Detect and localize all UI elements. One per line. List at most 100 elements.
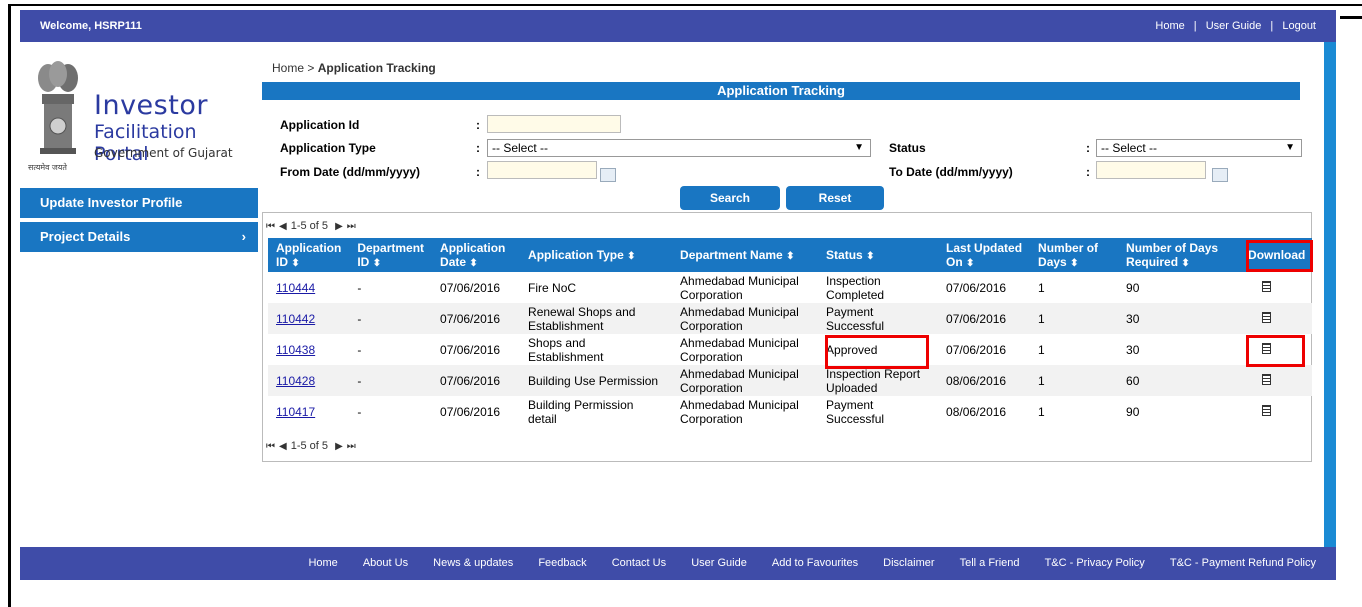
logo-line-1: Investor (94, 90, 208, 121)
col-number-of-days[interactable]: Number of Days ⬍ (1030, 238, 1119, 272)
welcome-text: Welcome, HSRP111 (40, 20, 142, 32)
footer-link-privacy[interactable]: T&C - Privacy Policy (1045, 557, 1145, 569)
application-type-select[interactable]: -- Select -- ▼ (487, 139, 871, 157)
status-cell: Inspection Completed (826, 273, 885, 302)
status-cell: Payment Successful (818, 303, 939, 334)
status-label: Status (889, 141, 926, 155)
col-department-id[interactable]: Department ID ⬍ (349, 238, 433, 272)
from-date-label: From Date (dd/mm/yyyy) (280, 165, 421, 179)
username: HSRP111 (94, 20, 142, 32)
calendar-icon[interactable] (1212, 168, 1228, 182)
next-page-icon[interactable]: ▶ (335, 221, 343, 232)
download-document-icon[interactable] (1262, 280, 1272, 292)
dropdown-arrow-icon: ▼ (854, 142, 864, 153)
last-page-icon[interactable]: ⏭ (347, 441, 356, 452)
footer-link-disclaimer[interactable]: Disclaimer (883, 557, 934, 569)
status-cell: Inspection Report Uploaded (818, 365, 939, 396)
application-link[interactable]: 110438 (276, 343, 315, 357)
top-link-home[interactable]: Home (1155, 20, 1184, 32)
page-title: Application Tracking (262, 82, 1300, 100)
to-date-input[interactable] (1096, 161, 1206, 179)
sidebar: Update Investor Profile Project Details … (20, 188, 258, 256)
top-link-logout[interactable]: Logout (1282, 20, 1316, 32)
next-page-icon[interactable]: ▶ (335, 441, 343, 452)
sort-icon[interactable]: ⬍ (291, 258, 299, 269)
sort-icon[interactable]: ⬍ (469, 258, 477, 269)
top-bar: Welcome, HSRP111 Home | User Guide | Log… (20, 10, 1336, 42)
prev-page-icon[interactable]: ◀ (279, 221, 287, 232)
reset-button[interactable]: Reset (786, 186, 884, 210)
corner-mark (1340, 16, 1362, 19)
footer-link-favourites[interactable]: Add to Favourites (772, 557, 858, 569)
top-links: Home | User Guide | Logout (1155, 20, 1316, 32)
breadcrumb-current: Application Tracking (317, 61, 436, 75)
sort-icon[interactable]: ⬍ (866, 251, 874, 262)
table-row: 110438 - 07/06/2016 Shops and Establishm… (268, 334, 1312, 365)
footer-link-contact[interactable]: Contact Us (612, 557, 666, 569)
col-application-id[interactable]: Application ID ⬍ (268, 238, 350, 272)
download-document-icon[interactable] (1262, 373, 1272, 385)
sort-icon[interactable]: ⬍ (786, 251, 794, 262)
from-date-input[interactable] (487, 161, 597, 179)
download-document-icon[interactable] (1262, 404, 1272, 416)
sort-icon[interactable]: ⬍ (1070, 258, 1078, 269)
application-id-input[interactable] (487, 115, 621, 133)
download-document-icon[interactable] (1262, 311, 1272, 323)
footer-link-home[interactable]: Home (308, 557, 337, 569)
col-department-name[interactable]: Department Name ⬍ (672, 238, 819, 272)
application-link[interactable]: 110442 (276, 312, 315, 326)
dropdown-arrow-icon: ▼ (1285, 142, 1295, 153)
pager-top: ⏮ ◀ 1-5 of 5 ▶ ⏭ (266, 220, 356, 232)
application-table: Application ID ⬍ Department ID ⬍ Applica… (268, 238, 1312, 427)
table-header-row: Application ID ⬍ Department ID ⬍ Applica… (268, 238, 1312, 272)
footer-link-news[interactable]: News & updates (433, 557, 513, 569)
col-last-updated[interactable]: Last Updated On ⬍ (938, 238, 1031, 272)
top-link-user-guide[interactable]: User Guide (1206, 20, 1262, 32)
application-type-label: Application Type (280, 141, 376, 155)
sort-icon[interactable]: ⬍ (1181, 258, 1189, 269)
breadcrumb: Home > Application Tracking (272, 61, 436, 75)
download-header-highlight (1246, 240, 1313, 272)
table-row: 110417 - 07/06/2016 Building Permission … (268, 396, 1312, 427)
table-row: 110442 - 07/06/2016 Renewal Shops and Es… (268, 303, 1312, 334)
col-application-date[interactable]: Application Date ⬍ (432, 238, 521, 272)
application-link[interactable]: 110428 (276, 374, 315, 388)
table-row: 110428 - 07/06/2016 Building Use Permiss… (268, 365, 1312, 396)
breadcrumb-home[interactable]: Home (272, 61, 304, 75)
download-row-highlight (1246, 335, 1305, 367)
logo-motto: सत्यमेव जयते (28, 163, 67, 172)
sort-icon[interactable]: ⬍ (966, 258, 974, 269)
pager-bottom: ⏮ ◀ 1-5 of 5 ▶ ⏭ (266, 440, 356, 452)
sidebar-item-project-details[interactable]: Project Details › (20, 222, 258, 252)
table-row: 110444 - 07/06/2016 Fire NoC Ahmedabad M… (268, 272, 1312, 303)
footer-links: Home About Us News & updates Feedback Co… (286, 557, 1316, 569)
approved-status-highlight (825, 335, 929, 369)
calendar-icon[interactable] (600, 168, 616, 182)
sort-icon[interactable]: ⬍ (373, 258, 381, 269)
status-select[interactable]: -- Select -- ▼ (1096, 139, 1302, 157)
prev-page-icon[interactable]: ◀ (279, 441, 287, 452)
footer-link-tell-friend[interactable]: Tell a Friend (960, 557, 1020, 569)
status-cell: Payment Successful (826, 397, 885, 426)
col-days-required[interactable]: Number of Days Required ⬍ (1118, 238, 1245, 272)
chevron-right-icon: › (241, 229, 246, 244)
search-button[interactable]: Search (680, 186, 780, 210)
application-link[interactable]: 110417 (276, 405, 315, 419)
portal-logo[interactable]: Investor Facilitation Portal Government … (28, 50, 250, 180)
footer-link-user-guide[interactable]: User Guide (691, 557, 747, 569)
col-status[interactable]: Status ⬍ (818, 238, 939, 272)
application-id-label: Application Id (280, 118, 360, 132)
first-page-icon[interactable]: ⏮ (266, 221, 275, 232)
state-emblem-icon (38, 61, 78, 154)
logo-line-3: Government of Gujarat (94, 146, 233, 160)
footer-link-refund[interactable]: T&C - Payment Refund Policy (1170, 557, 1316, 569)
first-page-icon[interactable]: ⏮ (266, 441, 275, 452)
application-link[interactable]: 110444 (276, 281, 315, 295)
right-edge-bar (1324, 10, 1336, 580)
footer-link-feedback[interactable]: Feedback (538, 557, 586, 569)
sort-icon[interactable]: ⬍ (627, 251, 635, 262)
sidebar-item-update-profile[interactable]: Update Investor Profile (20, 188, 258, 218)
last-page-icon[interactable]: ⏭ (347, 221, 356, 232)
footer-link-about[interactable]: About Us (363, 557, 408, 569)
col-application-type[interactable]: Application Type ⬍ (520, 238, 673, 272)
